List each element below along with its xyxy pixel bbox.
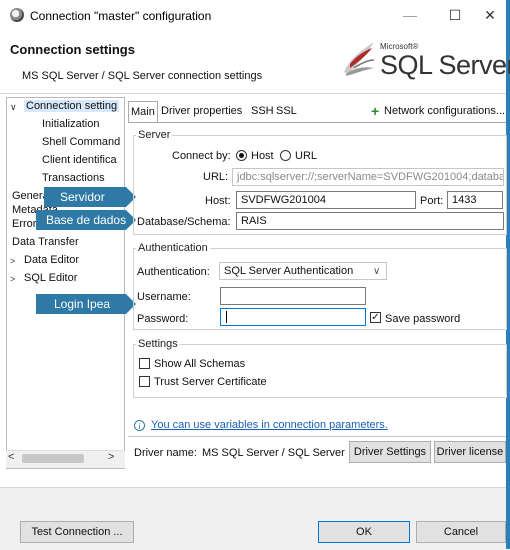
sql-server-logo-icon	[344, 42, 375, 76]
host-radio[interactable]	[236, 150, 247, 161]
tree-item-client-identification[interactable]: Client identifica	[42, 154, 117, 166]
minimize-button[interactable]: —	[395, 6, 425, 24]
save-password-label: Save password	[385, 313, 461, 325]
tree-item-transactions[interactable]: Transactions	[42, 172, 105, 184]
port-label: Port:	[420, 195, 444, 207]
host-field[interactable]: SVDFWG201004	[236, 191, 416, 209]
header-divider	[0, 93, 506, 94]
text-caret	[226, 311, 227, 323]
window-title: Connection "master" configuration	[30, 9, 212, 23]
tree-item-initialization[interactable]: Initialization	[42, 118, 99, 130]
tab-bar-border	[128, 122, 506, 123]
save-password-checkbox[interactable]: ✓	[370, 312, 381, 323]
network-configurations-link[interactable]: Network configurations...	[384, 105, 505, 117]
add-icon[interactable]: +	[371, 103, 379, 119]
page-title: Connection settings	[10, 42, 135, 57]
callout-base-de-dados: Base de dados	[36, 210, 136, 230]
connect-by-label: Connect by:	[172, 150, 231, 162]
host-radio-label: Host	[251, 150, 274, 162]
tree-item-data-transfer[interactable]: Data Transfer	[12, 236, 79, 248]
password-label: Password:	[137, 313, 189, 325]
scrollbar-thumb[interactable]	[22, 454, 84, 463]
scroll-left-arrow-icon[interactable]: <	[8, 451, 18, 463]
ok-button[interactable]: OK	[318, 521, 410, 543]
driver-divider	[128, 436, 506, 437]
settings-group	[133, 344, 507, 398]
url-radio[interactable]	[280, 150, 291, 161]
show-all-schemas-checkbox[interactable]	[139, 358, 150, 369]
chevron-down-icon[interactable]: ∨	[373, 266, 380, 277]
scroll-right-arrow-icon[interactable]: >	[108, 451, 118, 463]
close-button[interactable]: ✕	[475, 6, 505, 24]
maximize-button[interactable]: ☐	[440, 6, 470, 24]
driver-settings-button[interactable]: Driver Settings	[349, 441, 431, 463]
title-bar: Connection "master" configuration — ☐ ✕	[0, 0, 506, 30]
tree-item-shell-command[interactable]: Shell Command	[42, 136, 120, 148]
variables-link[interactable]: You can use variables in connection para…	[151, 419, 388, 431]
trust-certificate-checkbox[interactable]	[139, 376, 150, 387]
tab-ssl[interactable]: SSL	[274, 101, 299, 121]
host-label: Host:	[205, 195, 231, 207]
logo-sqlserver-text: SQL Server®	[380, 50, 510, 80]
tree-item-data-editor[interactable]: Data Editor	[24, 254, 79, 266]
port-field[interactable]: 1433	[447, 191, 503, 209]
settings-tree[interactable]: ∨ Connection setting Initialization Shel…	[6, 97, 125, 469]
trust-certificate-label: Trust Server Certificate	[154, 376, 267, 388]
test-connection-button[interactable]: Test Connection ...	[20, 521, 134, 543]
authentication-select[interactable]: SQL Server Authentication	[219, 262, 387, 280]
url-label: URL:	[203, 171, 229, 183]
expand-caret-icon[interactable]: >	[10, 274, 15, 284]
show-all-schemas-label: Show All Schemas	[154, 358, 246, 370]
tab-ssh[interactable]: SSH	[249, 101, 276, 121]
settings-group-legend: Settings	[136, 338, 180, 350]
username-label: Username:	[137, 291, 191, 303]
url-field[interactable]: jdbc:sqlserver://;serverName=SVDFWG20100…	[232, 168, 504, 186]
username-field[interactable]	[220, 287, 366, 305]
app-icon	[10, 8, 24, 22]
tree-item-sql-editor[interactable]: SQL Editor	[24, 272, 77, 284]
info-icon: i	[134, 420, 145, 431]
authentication-label: Authentication:	[137, 266, 210, 278]
authentication-group-legend: Authentication	[136, 242, 210, 254]
driver-license-button[interactable]: Driver license	[434, 441, 506, 463]
database-schema-label: Database/Schema:	[137, 216, 231, 228]
expand-caret-icon[interactable]: ∨	[10, 102, 17, 113]
page-subtitle: MS SQL Server / SQL Server connection se…	[22, 70, 263, 82]
tab-main[interactable]: Main	[128, 101, 158, 122]
tab-driver-properties[interactable]: Driver properties	[159, 101, 244, 121]
password-field[interactable]	[220, 308, 366, 326]
cancel-button[interactable]: Cancel	[416, 521, 506, 543]
server-group-legend: Server	[136, 129, 173, 141]
database-field[interactable]: RAIS	[236, 212, 504, 230]
tree-item-connection-settings[interactable]: Connection setting	[24, 100, 120, 112]
callout-login-ipea: Login Ipea	[36, 294, 136, 314]
expand-caret-icon[interactable]: >	[10, 256, 15, 266]
driver-name-value: MS SQL Server / SQL Server	[202, 447, 345, 459]
driver-name-label: Driver name:	[134, 447, 197, 459]
url-radio-label: URL	[295, 150, 318, 162]
callout-servidor: Servidor	[44, 187, 136, 207]
